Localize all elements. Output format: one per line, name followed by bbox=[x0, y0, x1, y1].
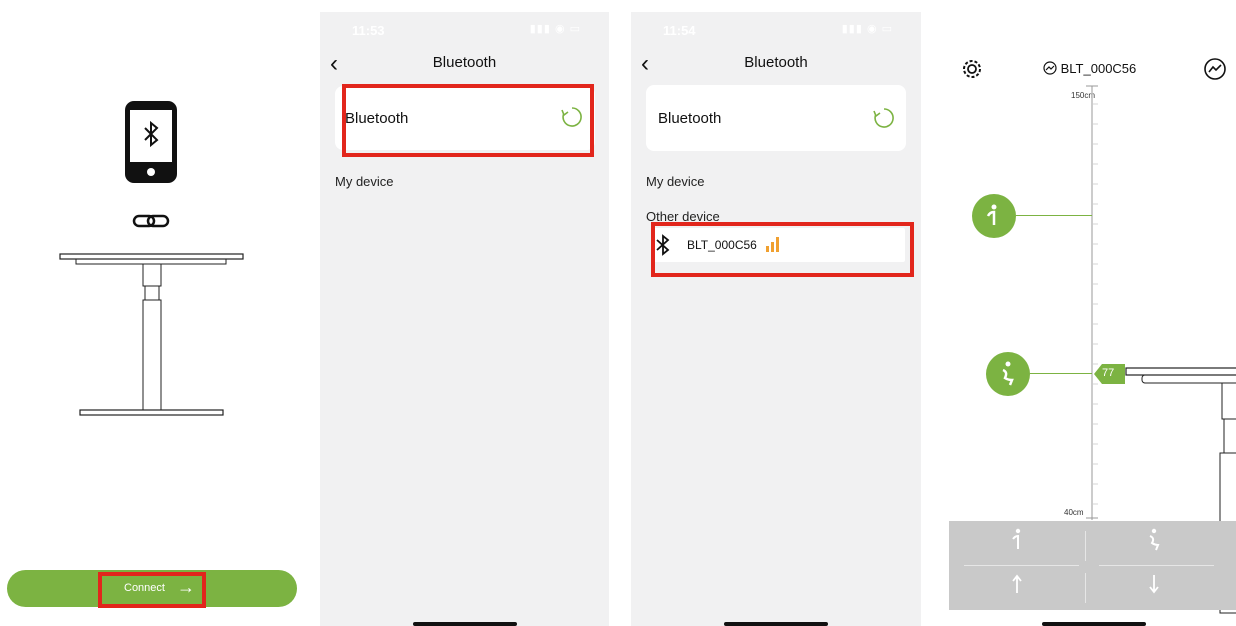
bluetooth-label: Bluetooth bbox=[658, 110, 722, 127]
sitting-person-icon bbox=[1149, 528, 1160, 551]
home-indicator bbox=[1042, 622, 1146, 626]
highlight-box bbox=[651, 222, 914, 277]
move-down-button[interactable] bbox=[1086, 571, 1222, 607]
chart-icon bbox=[1043, 61, 1057, 75]
sitting-person-icon bbox=[1002, 361, 1014, 386]
stats-icon[interactable] bbox=[1203, 57, 1227, 81]
gear-icon[interactable] bbox=[961, 58, 983, 80]
desk-illustration bbox=[59, 253, 244, 416]
status-icons: ▮▮▮ ◉ ▭ bbox=[841, 23, 893, 35]
control-standing-button[interactable] bbox=[949, 525, 1085, 565]
highlight-box bbox=[98, 572, 206, 608]
current-height: 77 bbox=[1102, 367, 1115, 379]
standing-person-icon bbox=[1012, 528, 1021, 549]
link-icon bbox=[132, 214, 170, 228]
device-name: BLT_000C56 bbox=[1060, 61, 1137, 76]
bluetooth-screen-found: 11:54 ▮▮▮ ◉ ▭ ‹ Bluetooth Bluetooth My d… bbox=[631, 12, 921, 626]
arrow-up-icon bbox=[1012, 574, 1022, 593]
my-device-header: My device bbox=[646, 174, 705, 189]
status-time: 11:54 bbox=[663, 23, 696, 38]
sitting-preset-button[interactable] bbox=[986, 352, 1030, 396]
height-ruler bbox=[1086, 85, 1098, 520]
refresh-icon[interactable] bbox=[872, 106, 896, 130]
highlight-box bbox=[342, 84, 594, 157]
sitting-preset-line bbox=[1030, 373, 1092, 374]
move-up-button[interactable] bbox=[949, 571, 1085, 607]
bluetooth-screen-empty: 11:53 ▮▮▮ ◉ ▭ ‹ Bluetooth Bluetooth My d… bbox=[320, 12, 609, 626]
arrow-down-icon bbox=[1149, 575, 1159, 594]
bluetooth-card[interactable]: Bluetooth bbox=[646, 85, 906, 151]
page-title: Bluetooth bbox=[432, 54, 497, 71]
desk-control-screen: BLT_000C56 150cm 40cm 77 bbox=[944, 0, 1236, 626]
standing-preset-line bbox=[1016, 215, 1092, 216]
scale-bottom-label: 40cm bbox=[1064, 508, 1084, 517]
status-time: 11:53 bbox=[352, 23, 385, 38]
phone-bluetooth-icon bbox=[125, 101, 177, 183]
status-bar: 11:53 ▮▮▮ ◉ ▭ bbox=[320, 12, 609, 42]
control-sitting-button[interactable] bbox=[1086, 525, 1222, 565]
device-header: BLT_000C56 bbox=[1043, 61, 1136, 76]
home-indicator bbox=[413, 622, 517, 626]
divider bbox=[1099, 565, 1214, 566]
status-bar: 11:54 ▮▮▮ ◉ ▭ bbox=[631, 12, 921, 42]
divider bbox=[964, 565, 1079, 566]
home-indicator bbox=[724, 622, 828, 626]
standing-person-icon bbox=[986, 204, 997, 225]
connect-screen: Connect → bbox=[0, 0, 305, 626]
status-icons: ▮▮▮ ◉ ▭ bbox=[529, 23, 581, 35]
page-title: Bluetooth bbox=[744, 54, 808, 71]
control-panel bbox=[949, 521, 1236, 610]
standing-preset-button[interactable] bbox=[972, 194, 1016, 238]
my-device-header: My device bbox=[335, 174, 394, 189]
